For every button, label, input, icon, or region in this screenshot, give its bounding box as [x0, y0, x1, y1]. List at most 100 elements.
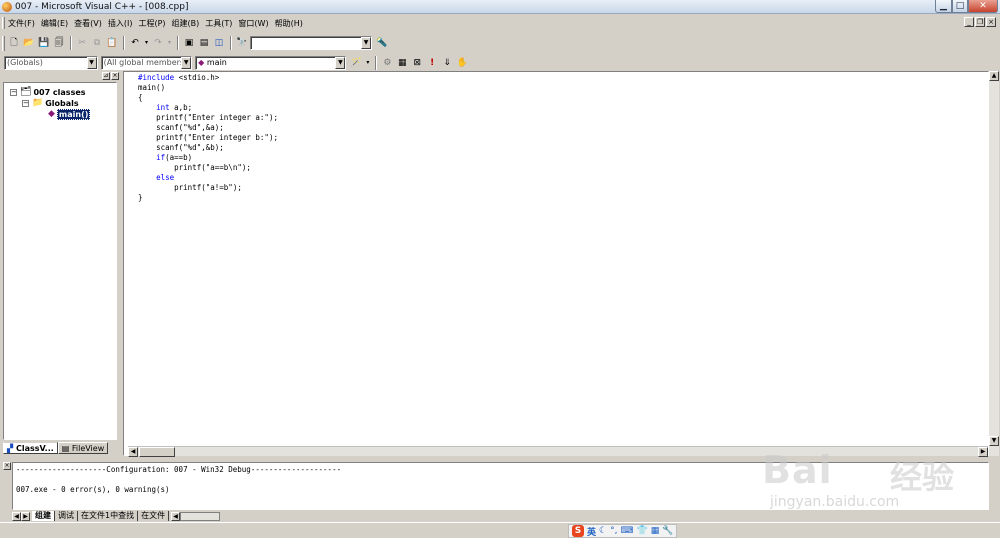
scroll-thumb[interactable]: [139, 447, 175, 457]
open-folder-icon[interactable]: 📂: [22, 36, 36, 50]
code-line[interactable]: else: [138, 173, 278, 183]
menu-edit[interactable]: 编辑(E): [38, 18, 71, 29]
build-icon[interactable]: ▦: [395, 56, 409, 70]
code-keyword: else: [156, 173, 175, 182]
app-icon: [2, 1, 12, 12]
save-icon[interactable]: 💾: [37, 36, 51, 50]
menu-tools[interactable]: 工具(T): [202, 18, 235, 29]
moon-icon[interactable]: ☾: [599, 526, 607, 536]
code-line[interactable]: {: [138, 93, 278, 103]
redo-icon[interactable]: ↷: [151, 36, 165, 50]
tab-scroll-right-icon[interactable]: ▶: [21, 511, 30, 521]
window-list-icon[interactable]: ◫: [212, 36, 226, 50]
maximize-button[interactable]: □: [952, 0, 968, 13]
minimize-button[interactable]: ▁: [935, 0, 952, 13]
workspace-float-button[interactable]: ⊿: [102, 72, 110, 80]
ime-language[interactable]: 英: [587, 525, 596, 538]
punctuation-icon[interactable]: °,: [610, 526, 617, 536]
keyboard-icon[interactable]: ⌨: [620, 526, 633, 536]
collapse-icon[interactable]: −: [22, 100, 29, 107]
tab-build[interactable]: 组建: [32, 511, 55, 521]
tab-classview[interactable]: ▞ ClassV...: [3, 442, 58, 454]
chevron-down-icon[interactable]: ▼: [86, 57, 97, 69]
menu-insert[interactable]: 插入(I): [105, 18, 136, 29]
menu-window[interactable]: 窗口(W): [235, 18, 271, 29]
breakpoint-icon[interactable]: ✋: [455, 56, 469, 70]
go-icon[interactable]: ⇓: [440, 56, 454, 70]
menu-file[interactable]: 文件(F): [5, 18, 38, 29]
menu-build[interactable]: 组建(B): [169, 18, 203, 29]
chevron-down-icon[interactable]: ▼: [335, 57, 346, 69]
scroll-down-icon[interactable]: ▼: [989, 436, 999, 446]
tree-folder[interactable]: − 📁 Globals: [22, 98, 79, 109]
menu-project[interactable]: 工程(P): [135, 18, 168, 29]
code-line[interactable]: printf("Enter integer b:");: [138, 133, 278, 143]
menu-help[interactable]: 帮助(H): [272, 18, 306, 29]
find-in-files-icon[interactable]: 🔭: [235, 36, 249, 50]
code-keyword: if: [156, 153, 166, 162]
wrench-icon[interactable]: 🔧: [662, 526, 673, 536]
code-editor[interactable]: #include <stdio.h> main(){ int a,b; print…: [123, 71, 989, 456]
tab-debug[interactable]: 调试: [55, 511, 78, 521]
tab-find-in-files-1[interactable]: 在文件1中查找: [78, 511, 139, 521]
stop-build-icon[interactable]: ⊠: [410, 56, 424, 70]
collapse-icon[interactable]: −: [10, 89, 17, 96]
tab-fileview[interactable]: ▤ FileView: [57, 442, 109, 454]
tree-root[interactable]: − 🗂 007 classes: [10, 87, 86, 98]
filter-combo[interactable]: (All global members ▼: [100, 56, 193, 70]
chevron-down-icon[interactable]: ▼: [361, 37, 371, 49]
output-scroll-left-icon[interactable]: ◀: [171, 511, 181, 521]
tab-find-in-files-2[interactable]: 在文件: [138, 511, 170, 521]
editor-vertical-scrollbar[interactable]: ▲ ▼: [989, 71, 999, 456]
find-combo[interactable]: ▼: [250, 36, 372, 50]
wizard-action-icon[interactable]: 🪄: [349, 56, 363, 70]
code-line[interactable]: if(a==b): [138, 153, 278, 163]
editor-horizontal-scrollbar[interactable]: ◀ ▶: [128, 446, 988, 457]
paste-icon[interactable]: 📋: [105, 36, 119, 50]
chevron-down-icon[interactable]: ▼: [181, 57, 192, 69]
workspace-close-button[interactable]: ×: [111, 72, 119, 80]
code-line[interactable]: printf("a==b\n");: [138, 163, 278, 173]
code-line[interactable]: }: [138, 193, 278, 203]
undo-dropdown-icon[interactable]: ▾: [143, 36, 150, 50]
copy-icon[interactable]: ⧉: [90, 36, 104, 50]
scroll-left-icon[interactable]: ◀: [128, 447, 138, 457]
code-line[interactable]: #include <stdio.h>: [138, 73, 278, 83]
code-line[interactable]: scanf("%d",&a);: [138, 123, 278, 133]
wizard-dropdown-icon[interactable]: ▾: [364, 56, 371, 70]
menu-view[interactable]: 查看(V): [71, 18, 105, 29]
class-combo[interactable]: (Globals) ▼: [4, 56, 98, 70]
scroll-up-icon[interactable]: ▲: [989, 71, 999, 81]
undo-icon[interactable]: ↶: [128, 36, 142, 50]
save-all-icon[interactable]: 🗐: [52, 36, 66, 50]
new-file-icon[interactable]: 🗋: [7, 36, 21, 50]
code-line[interactable]: printf("a!=b");: [138, 183, 278, 193]
close-button[interactable]: ✕: [968, 0, 998, 13]
output-text[interactable]: --------------------Configuration: 007 -…: [12, 462, 989, 510]
code-line[interactable]: int a,b;: [138, 103, 278, 113]
ime-toolbar[interactable]: S 英 ☾ °, ⌨ 👕 ▦ 🔧: [568, 524, 678, 538]
cut-icon[interactable]: ✂: [75, 36, 89, 50]
code-line[interactable]: printf("Enter integer a:");: [138, 113, 278, 123]
workspace-icon[interactable]: ▣: [182, 36, 196, 50]
compile-icon[interactable]: ⚙: [380, 56, 394, 70]
redo-dropdown-icon[interactable]: ▾: [166, 36, 173, 50]
code-line[interactable]: scanf("%d",&b);: [138, 143, 278, 153]
mdi-close-button[interactable]: ×: [986, 17, 996, 27]
code-line[interactable]: main(): [138, 83, 278, 93]
execute-icon[interactable]: !: [425, 56, 439, 70]
output-hscroll-track[interactable]: [180, 511, 221, 521]
source-code[interactable]: #include <stdio.h> main(){ int a,b; print…: [138, 73, 278, 203]
tab-scroll-left-icon[interactable]: ◀: [12, 511, 21, 521]
output-close-button[interactable]: ×: [3, 462, 11, 470]
mdi-minimize-button[interactable]: _: [964, 17, 974, 27]
find-icon[interactable]: 🔦: [375, 36, 389, 50]
mdi-restore-button[interactable]: ❐: [975, 17, 985, 27]
scroll-right-icon[interactable]: ▶: [978, 447, 988, 457]
members-combo[interactable]: ◆ main ▼: [195, 56, 347, 70]
toolbar-grip[interactable]: [2, 35, 5, 51]
user-icon[interactable]: 👕: [636, 526, 647, 536]
tree-item-main[interactable]: ◆ main(): [48, 109, 91, 120]
skin-icon[interactable]: ▦: [651, 526, 660, 536]
output-window-icon[interactable]: ▤: [197, 36, 211, 50]
